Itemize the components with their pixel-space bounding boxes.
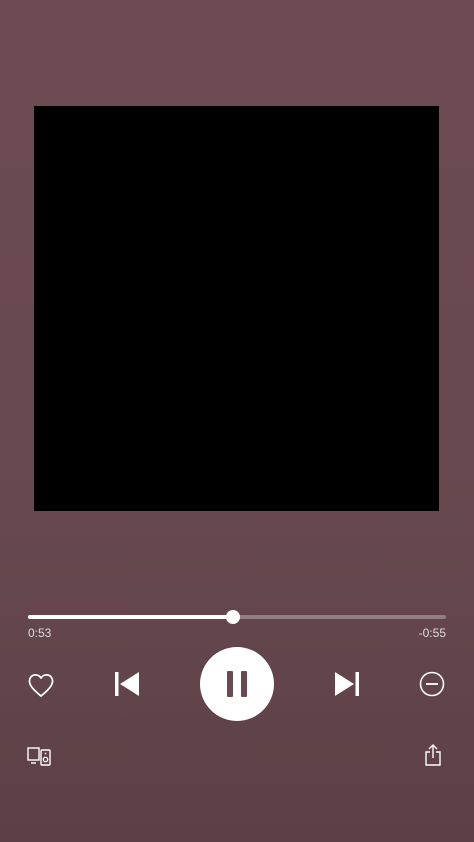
share-button[interactable] (422, 742, 444, 768)
remaining-time: -0:55 (418, 626, 446, 640)
progress-bar[interactable] (28, 610, 446, 624)
pause-icon (227, 671, 247, 697)
heart-icon (28, 673, 54, 697)
share-icon (425, 744, 441, 766)
skip-next-icon (335, 672, 359, 696)
previous-button[interactable] (112, 669, 142, 699)
devices-icon (27, 747, 51, 766)
hide-song-button[interactable] (418, 670, 446, 698)
skip-previous-icon (115, 672, 139, 696)
pause-button[interactable] (200, 647, 274, 721)
album-art (34, 106, 439, 511)
minus-circle-icon (419, 671, 445, 697)
connect-device-button[interactable] (26, 744, 52, 768)
progress-knob[interactable] (225, 610, 240, 624)
elapsed-time: 0:53 (28, 626, 52, 640)
progress-fill (28, 615, 233, 619)
next-button[interactable] (332, 669, 362, 699)
like-button[interactable] (26, 670, 56, 700)
